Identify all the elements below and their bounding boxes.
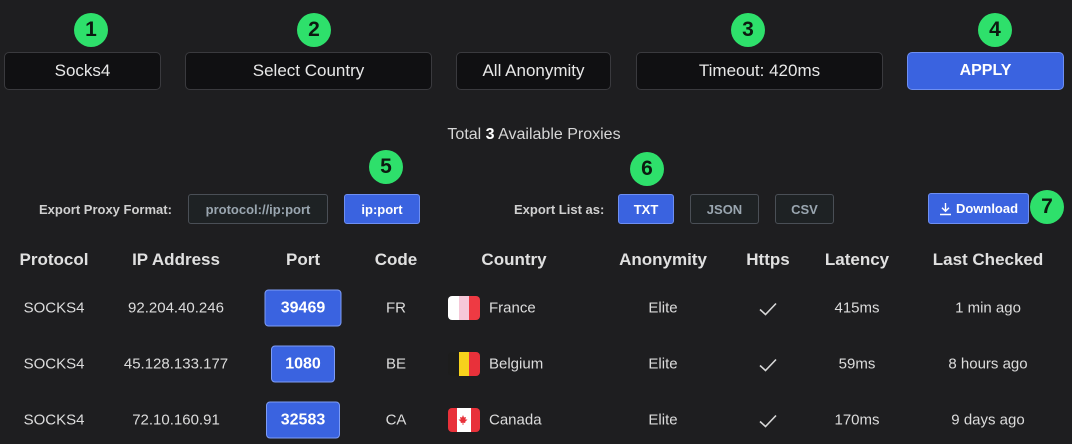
col-header-https[interactable]: Https: [746, 250, 789, 270]
row-country: France: [489, 299, 536, 317]
timeout-select[interactable]: Timeout: 420ms: [636, 52, 883, 90]
row-latency: 170ms: [834, 411, 880, 429]
row-anonymity: Elite: [648, 411, 678, 429]
protocol-select[interactable]: Socks4: [4, 52, 161, 90]
download-arrow-icon: [939, 202, 951, 215]
list-option-csv[interactable]: CSV: [775, 194, 834, 224]
format-option-protocol-ip-port[interactable]: protocol://ip:port: [188, 194, 328, 224]
row-anonymity: Elite: [648, 299, 678, 317]
maple-leaf-icon: [458, 415, 468, 425]
row-ip-address[interactable]: 45.128.133.177: [124, 356, 228, 373]
row-country: Canada: [489, 411, 542, 429]
canada-flag-icon: [448, 408, 480, 432]
col-header-last-checked[interactable]: Last Checked: [933, 250, 1044, 270]
row-latency: 415ms: [834, 299, 880, 317]
row-latency: 59ms: [838, 355, 876, 373]
proxy-count-summary: Total 3 Available Proxies: [0, 126, 1068, 144]
download-label: Download: [955, 201, 1019, 216]
checkmark-icon: [759, 302, 777, 316]
col-header-ip-address[interactable]: IP Address: [132, 250, 220, 270]
download-button[interactable]: Download: [928, 193, 1029, 224]
row-port[interactable]: 32583: [266, 401, 340, 439]
col-header-latency[interactable]: Latency: [825, 250, 889, 270]
export-format-label: Export Proxy Format:: [39, 202, 172, 217]
export-list-label: Export List as:: [514, 202, 605, 217]
apply-button[interactable]: APPLY: [907, 52, 1064, 90]
col-header-protocol[interactable]: Protocol: [20, 250, 89, 270]
step-badge-3: 3: [731, 13, 765, 47]
row-port[interactable]: 39469: [264, 289, 342, 327]
col-header-country[interactable]: Country: [481, 250, 546, 270]
summary-suffix: Available Proxies: [498, 126, 621, 143]
step-badge-5: 5: [369, 150, 403, 184]
row-port[interactable]: 1080: [271, 345, 335, 383]
row-code: BE: [385, 355, 407, 373]
row-country: Belgium: [489, 355, 544, 373]
row-anonymity: Elite: [648, 355, 678, 373]
checkmark-icon: [759, 358, 777, 372]
row-ip-address[interactable]: 72.10.160.91: [132, 412, 220, 429]
row-code: FR: [386, 299, 406, 317]
row-code: CA: [385, 411, 407, 429]
row-protocol: SOCKS4: [23, 299, 85, 317]
belgium-flag-icon: [448, 352, 480, 376]
summary-count: 3: [485, 126, 495, 143]
step-badge-4: 4: [978, 13, 1012, 47]
country-select[interactable]: Select Country: [185, 52, 432, 90]
step-badge-7: 7: [1030, 190, 1064, 224]
row-last-checked: 8 hours ago: [948, 355, 1028, 373]
row-ip-address[interactable]: 92.204.40.246: [128, 300, 224, 317]
step-badge-1: 1: [74, 13, 108, 47]
row-last-checked: 9 days ago: [951, 411, 1025, 429]
summary-prefix: Total: [447, 126, 482, 143]
row-last-checked: 1 min ago: [955, 299, 1021, 317]
row-protocol: SOCKS4: [23, 355, 85, 373]
col-header-code[interactable]: Code: [375, 250, 418, 270]
col-header-port[interactable]: Port: [286, 250, 320, 270]
col-header-anonymity[interactable]: Anonymity: [619, 250, 707, 270]
list-option-json[interactable]: JSON: [690, 194, 759, 224]
row-protocol: SOCKS4: [23, 411, 85, 429]
step-badge-2: 2: [297, 13, 331, 47]
list-option-txt[interactable]: TXT: [618, 194, 674, 224]
anonymity-select[interactable]: All Anonymity: [456, 52, 611, 90]
checkmark-icon: [759, 414, 777, 428]
step-badge-6: 6: [630, 152, 664, 186]
format-option-ip-port[interactable]: ip:port: [344, 194, 420, 224]
france-flag-icon: [448, 296, 480, 320]
